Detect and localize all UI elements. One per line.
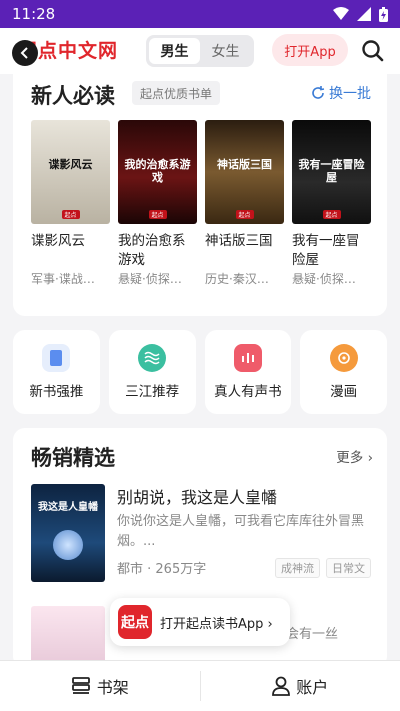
comic-icon [329, 344, 358, 372]
section-title: 畅销精选 [31, 446, 115, 470]
book-item[interactable]: 我有一座冒险屋 起点 我有一座冒险屋 悬疑·侦探… [292, 120, 371, 287]
cover-title: 神话版三国 [217, 158, 272, 171]
publisher-badge: 起点 [235, 210, 254, 219]
nav-account[interactable]: 账户 [201, 661, 400, 711]
refresh-button[interactable]: 换一批 [311, 83, 371, 103]
book-meta: 都市 · 265万字 [117, 562, 207, 577]
tab-female[interactable]: 女生 [200, 38, 251, 64]
book-item[interactable]: 神话版三国 起点 神话版三国 历史·秦汉… [205, 120, 284, 287]
book-tag: 日常文 [326, 558, 371, 578]
search-icon[interactable] [360, 38, 386, 64]
section-title: 新人必读 [31, 84, 115, 108]
more-link[interactable]: 更多 › [336, 446, 373, 466]
gender-switch: 男生 女生 [146, 35, 254, 67]
cover-title: 我有一座冒险屋 [298, 158, 365, 185]
book-cover: 我有一座冒险屋 起点 [292, 120, 371, 224]
quick-link-label: 真人有声书 [214, 384, 282, 400]
nav-bookshelf[interactable]: 书架 [0, 661, 200, 711]
publisher-badge: 起点 [61, 210, 80, 219]
chevron-left-icon [20, 47, 28, 59]
more-label: 更多 [336, 450, 364, 466]
status-icons [333, 6, 388, 22]
book-category: 军事·谍战… [31, 272, 95, 286]
publisher-badge: 起点 [322, 210, 341, 219]
quick-link-comics[interactable]: 漫画 [300, 330, 387, 414]
book-list: 谍影风云 起点 谍影风云 军事·谍战… 我的治愈系游戏 起点 我的治愈系游戏 悬… [31, 120, 371, 287]
quick-links: 新书强推 三江推荐 真人有声书 漫画 [13, 330, 387, 414]
bottom-nav: 书架 账户 [0, 660, 400, 711]
book-tag: 成神流 [275, 558, 320, 578]
book-cover: 谍影风云 起点 [31, 120, 110, 224]
book-category: 悬疑·侦探… [292, 272, 356, 286]
book-item[interactable]: 我的治愈系游戏 起点 我的治愈系游戏 悬疑·侦探… [118, 120, 197, 287]
book-tags: 成神流 日常文 [275, 558, 371, 578]
quick-link-audiobooks[interactable]: 真人有声书 [204, 330, 292, 414]
quick-link-label: 漫画 [330, 384, 358, 400]
banner-text: 打开起点读书App › [160, 616, 273, 632]
newbie-section: 新人必读 起点优质书单 换一批 谍影风云 起点 谍影风云 军事·谍战… 我的治愈… [13, 74, 387, 316]
moon-icon [53, 530, 83, 560]
wave-icon [138, 344, 167, 372]
cover-title: 我的治愈系游戏 [124, 158, 191, 185]
book-title: 我的治愈系游戏 [118, 233, 186, 268]
battery-icon [379, 6, 388, 22]
book-description: 你说你这是人皇幡，可我看它库库往外冒黑烟。... [117, 514, 365, 549]
signal-icon [357, 7, 371, 21]
refresh-icon [312, 86, 325, 99]
book-row[interactable]: 我这是人皇幡 别胡说，我这是人皇幡 你说你这是人皇幡，可我看它库库往外冒黑烟。.… [31, 484, 371, 584]
nav-label: 书架 [96, 678, 129, 697]
back-button[interactable] [12, 40, 38, 66]
nav-label: 账户 [296, 678, 329, 697]
section-tag: 起点优质书单 [132, 81, 221, 105]
publisher-badge: 起点 [148, 210, 167, 219]
quick-link-label: 三江推荐 [125, 384, 180, 400]
book-category: 历史·秦汉… [205, 272, 269, 286]
quick-link-new-books[interactable]: 新书强推 [13, 330, 100, 414]
audio-icon [233, 344, 262, 372]
open-app-button[interactable]: 打开App [272, 34, 348, 66]
book-cover: 我的治愈系游戏 起点 [118, 120, 197, 224]
book-cover: 神话版三国 起点 [205, 120, 284, 224]
status-time: 11:28 [12, 5, 56, 23]
book-title: 我有一座冒险屋 [292, 233, 360, 268]
wifi-icon [333, 7, 349, 20]
top-header: 起点中文网 男生 女生 打开App [0, 28, 400, 74]
quick-link-label: 新书强推 [29, 384, 84, 400]
book-title: 神话版三国 [205, 233, 273, 249]
cover-title: 谍影风云 [48, 158, 93, 171]
user-icon [272, 676, 291, 696]
book-cover[interactable] [31, 606, 105, 668]
open-app-banner[interactable]: 起点 打开起点读书App › [110, 598, 290, 646]
book-icon [42, 344, 71, 372]
status-bar: 11:28 [0, 0, 400, 28]
book-title: 别胡说，我这是人皇幡 [117, 488, 278, 507]
bookshelf-icon [71, 677, 90, 694]
cover-title: 我这是人皇幡 [38, 502, 98, 513]
book-title: 谍影风云 [31, 233, 85, 249]
book-cover: 我这是人皇幡 [31, 484, 105, 582]
tab-male[interactable]: 男生 [149, 38, 200, 64]
app-logo: 起点 [118, 605, 152, 639]
book-category: 悬疑·侦探… [118, 272, 182, 286]
quick-link-sanjiang[interactable]: 三江推荐 [108, 330, 196, 414]
book-item[interactable]: 谍影风云 起点 谍影风云 军事·谍战… [31, 120, 110, 287]
refresh-label: 换一批 [329, 86, 371, 102]
